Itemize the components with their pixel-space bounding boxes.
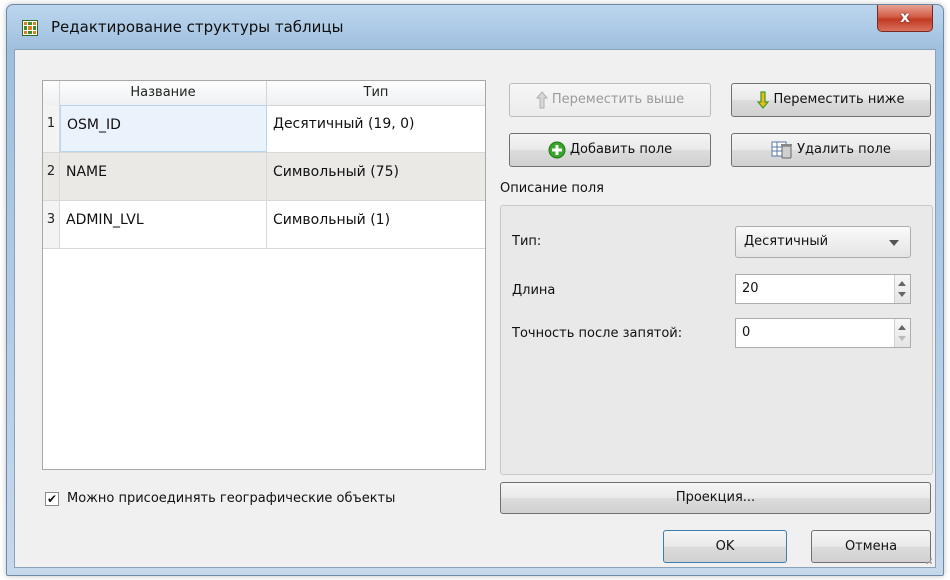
type-dropdown-value: Десятичный [744,234,829,249]
cell-field-name[interactable]: ADMIN_LVL [60,201,267,248]
add-field-button[interactable]: Добавить поле [509,133,711,167]
delete-table-icon [771,141,793,159]
geo-objects-checkbox-label[interactable]: Можно присоединять географические объект… [67,491,395,506]
move-up-button[interactable]: Переместить выше [509,83,711,117]
table-row[interactable]: 1 OSM_ID Десятичный (19, 0) [43,105,485,153]
spin-down-icon[interactable] [898,292,906,297]
window-title: Редактирование структуры таблицы [51,18,344,36]
arrow-up-icon [535,91,548,109]
column-header-name[interactable]: Название [60,81,267,105]
title-bar[interactable]: Редактирование структуры таблицы x [7,5,943,49]
precision-value: 0 [742,325,751,340]
spin-up-icon[interactable] [898,325,906,330]
move-down-button[interactable]: Переместить ниже [731,83,931,117]
move-up-label: Переместить выше [551,92,685,107]
table-row[interactable]: 2 NAME Символьный (75) [43,153,485,201]
spin-up-icon[interactable] [898,281,906,286]
projection-label: Проекция... [675,490,756,505]
ok-label: OK [715,538,735,554]
delete-field-label: Удалить поле [797,142,891,157]
precision-spin-arrows[interactable] [894,319,910,347]
length-spin-arrows[interactable] [894,275,910,303]
cell-field-type[interactable]: Десятичный (19, 0) [267,105,485,152]
close-button[interactable]: x [877,5,933,32]
spin-down-icon[interactable] [898,336,906,341]
resize-grip-icon[interactable] [923,555,933,565]
geo-objects-checkbox[interactable]: ✔ [45,492,59,506]
table-header: Название Тип [43,81,485,106]
arrow-down-icon [757,91,770,109]
type-dropdown[interactable]: Десятичный [735,226,911,258]
ok-button[interactable]: OK [663,530,787,563]
cancel-label: Отмена [844,538,898,554]
row-number: 1 [43,105,60,152]
delete-field-button[interactable]: Удалить поле [731,133,931,167]
length-label: Длина [512,283,556,298]
cancel-button[interactable]: Отмена [811,530,931,563]
projection-button[interactable]: Проекция... [500,482,931,514]
fields-table[interactable]: Название Тип 1 OSM_ID Десятичный (19, 0)… [42,80,486,470]
row-number: 2 [43,153,60,200]
plus-circle-icon [548,141,566,159]
precision-spinbox[interactable]: 0 [735,318,911,348]
add-field-label: Добавить поле [569,142,673,157]
cell-field-type[interactable]: Символьный (1) [267,201,485,248]
move-down-label: Переместить ниже [773,92,905,107]
field-description-label: Описание поля [500,181,604,196]
length-spinbox[interactable]: 20 [735,274,911,304]
table-app-icon [22,20,38,36]
dialog-window: Редактирование структуры таблицы x Назва… [6,4,944,576]
row-number-header [43,81,60,105]
type-label: Тип: [512,234,542,249]
precision-label: Точность после запятой: [512,326,683,341]
row-number: 3 [43,201,60,248]
cell-field-name[interactable]: OSM_ID [60,105,267,152]
column-header-type[interactable]: Тип [267,81,485,105]
cell-field-name[interactable]: NAME [60,153,267,200]
table-row[interactable]: 3 ADMIN_LVL Символьный (1) [43,201,485,249]
length-value: 20 [742,281,759,296]
dialog-client-area: Название Тип 1 OSM_ID Десятичный (19, 0)… [14,49,936,568]
cell-field-type[interactable]: Символьный (75) [267,153,485,200]
chevron-down-icon [889,240,899,246]
